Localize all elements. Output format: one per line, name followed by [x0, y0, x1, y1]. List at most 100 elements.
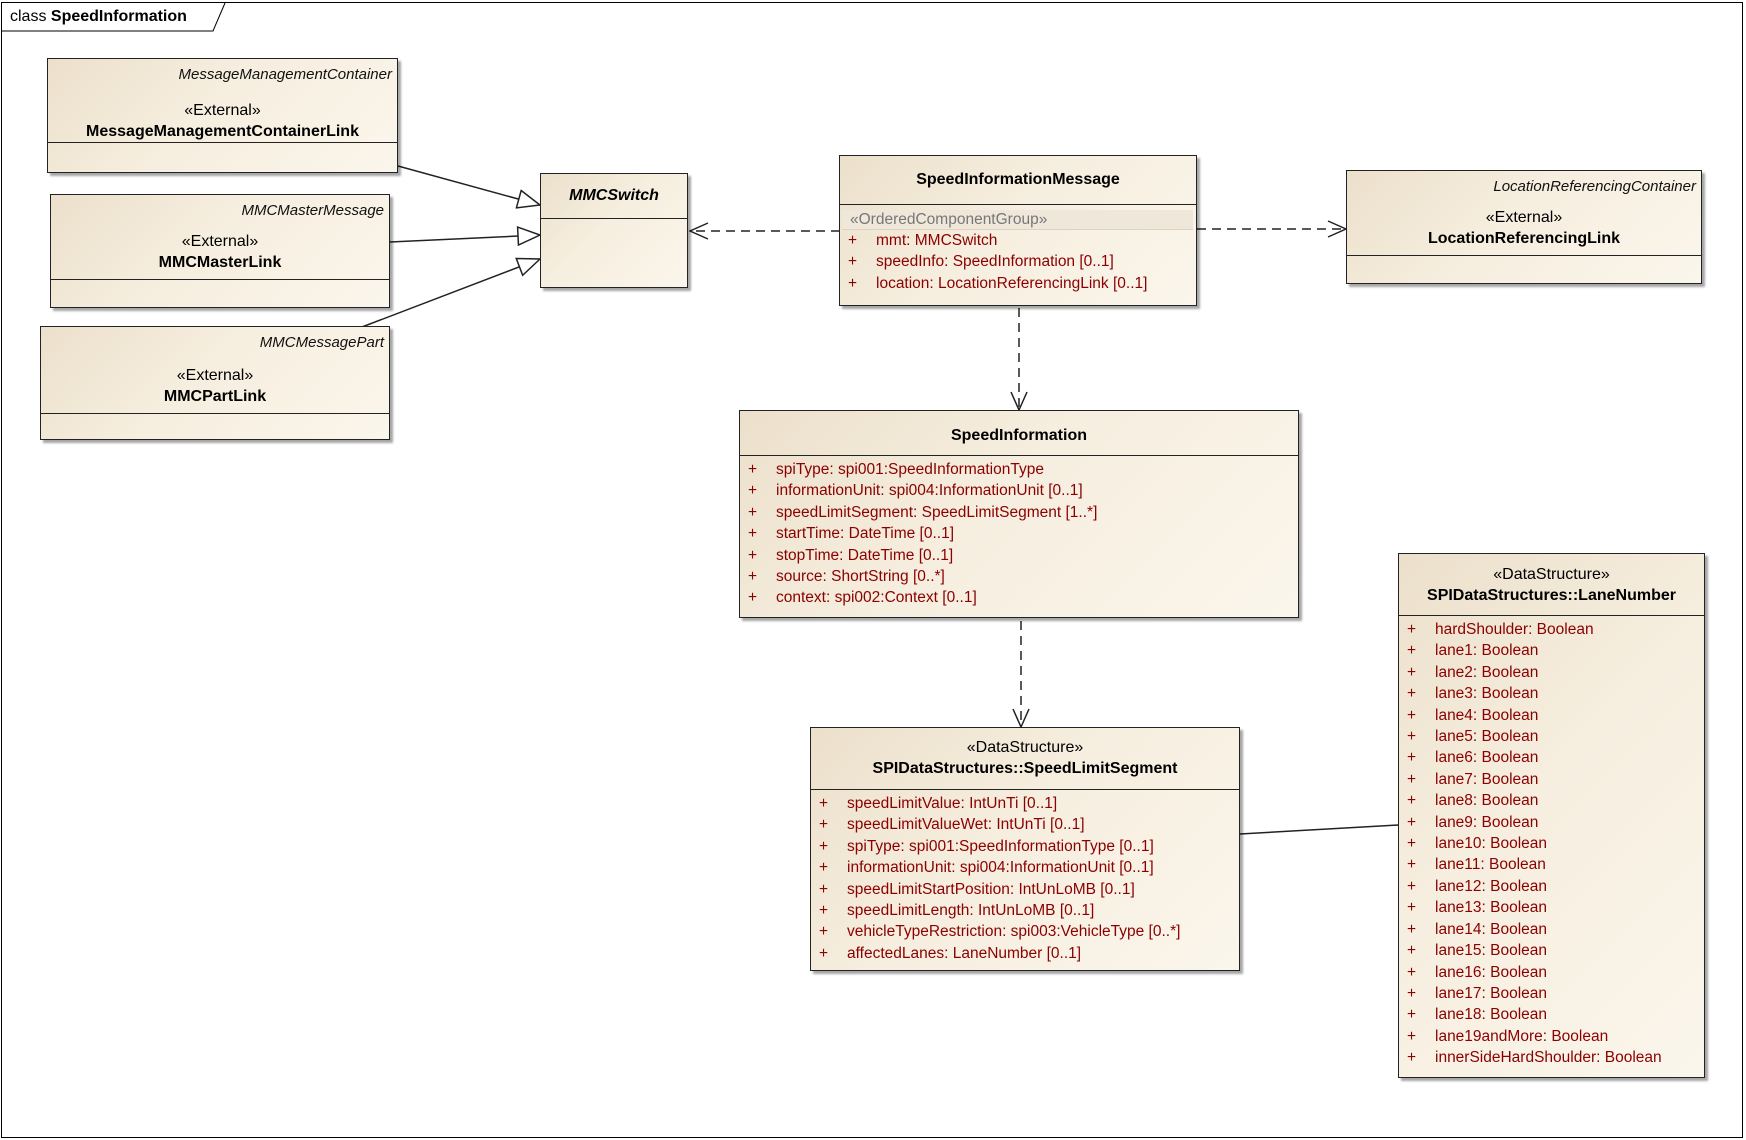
- attribute-row[interactable]: + lane3: Boolean: [1407, 683, 1704, 704]
- class-name: SpeedInformation: [950, 427, 1087, 444]
- attribute-row[interactable]: + speedLimitStartPosition: IntUnLoMB [0..…: [819, 879, 1239, 900]
- attribute-text: lane11: Boolean: [1435, 856, 1546, 874]
- visibility-marker: +: [819, 816, 829, 834]
- attribute-row[interactable]: + lane6: Boolean: [1407, 747, 1704, 768]
- attribute-row[interactable]: + stopTime: DateTime [0..1]: [748, 545, 1298, 566]
- visibility-marker: +: [819, 880, 829, 898]
- class-lane-number[interactable]: «DataStructure» SPIDataStructures::LaneN…: [1398, 553, 1705, 1078]
- attribute-text: lane4: Boolean: [1435, 706, 1539, 724]
- attribute-row[interactable]: + speedLimitValueWet: IntUnTi [0..1]: [819, 814, 1239, 835]
- attribute-text: speedInfo: SpeedInformation [0..1]: [876, 253, 1114, 271]
- visibility-marker: +: [819, 837, 829, 855]
- attribute-row[interactable]: + hardShoulder: Boolean: [1407, 619, 1704, 640]
- attribute-row[interactable]: + vehicleTypeRestriction: spi003:VehicleT…: [819, 921, 1239, 942]
- attribute-text: spiType: spi001:SpeedInformationType: [776, 461, 1044, 478]
- attribute-row[interactable]: + lane19andMore: Boolean: [1407, 1026, 1704, 1047]
- visibility-marker: +: [819, 923, 829, 941]
- class-mmc-part-link[interactable]: MMCMessagePart «External» MMCPartLink: [40, 326, 390, 440]
- generalization-mmc-to-switch[interactable]: [397, 165, 540, 205]
- package-label: MessageManagementContainer: [178, 66, 392, 83]
- stereotype-label: «External»: [1485, 209, 1563, 226]
- class-header: SpeedInformation: [740, 411, 1298, 456]
- attribute-text: speedLimitValue: IntUnTi [0..1]: [847, 795, 1058, 812]
- attribute-list: + speedLimitValue: IntUnTi [0..1] + speedLi…: [811, 790, 1239, 964]
- attribute-text: lane16: Boolean: [1435, 963, 1548, 981]
- attribute-row[interactable]: + spiType: spi001:SpeedInformationType: [748, 459, 1298, 480]
- attribute-row[interactable]: + lane10: Boolean: [1407, 833, 1704, 854]
- class-speed-information-message[interactable]: SpeedInformationMessage «OrderedComponen…: [839, 155, 1197, 306]
- visibility-marker: +: [1407, 813, 1417, 831]
- visibility-marker: +: [1407, 706, 1417, 724]
- attribute-row[interactable]: + lane13: Boolean: [1407, 897, 1704, 918]
- attribute-row[interactable]: + lane14: Boolean: [1407, 919, 1704, 940]
- visibility-marker: +: [748, 525, 758, 543]
- visibility-marker: +: [1407, 835, 1417, 853]
- attribute-text: speedLimitLength: IntUnLoMB [0..1]: [847, 902, 1095, 920]
- visibility-marker: +: [1407, 899, 1417, 917]
- attribute-row[interactable]: + lane1: Boolean: [1407, 640, 1704, 661]
- generalization-master-to-switch[interactable]: [389, 235, 540, 242]
- attribute-text: mmt: MMCSwitch: [876, 232, 998, 249]
- visibility-marker: +: [1407, 728, 1417, 746]
- visibility-marker: +: [848, 274, 858, 292]
- attribute-text: speedLimitSegment: SpeedLimitSegment [1.…: [776, 503, 1098, 521]
- visibility-marker: +: [748, 568, 758, 586]
- attribute-row[interactable]: + speedLimitLength: IntUnLoMB [0..1]: [819, 900, 1239, 921]
- attribute-row[interactable]: + spiType: spi001:SpeedInformationType [0…: [819, 836, 1239, 857]
- attribute-text: lane3: Boolean: [1435, 685, 1539, 703]
- visibility-marker: +: [1407, 642, 1417, 660]
- class-header: SpeedInformationMessage: [840, 156, 1196, 205]
- attribute-list: + spiType: spi001:SpeedInformationType + in…: [740, 456, 1298, 609]
- attribute-row[interactable]: + lane12: Boolean: [1407, 876, 1704, 897]
- stereotype-label: «DataStructure»: [1493, 566, 1610, 583]
- attribute-row[interactable]: + speedLimitSegment: SpeedLimitSegment [1…: [748, 502, 1298, 523]
- attribute-row[interactable]: + lane9: Boolean: [1407, 812, 1704, 833]
- attribute-text: lane1: Boolean: [1435, 642, 1539, 660]
- association-segment-to-lanenumber[interactable]: [1239, 824, 1399, 835]
- attribute-row[interactable]: + source: ShortString [0..*]: [748, 566, 1298, 587]
- visibility-marker: +: [748, 482, 758, 500]
- class-speed-information[interactable]: SpeedInformation + spiType: spi001:SpeedI…: [739, 410, 1299, 618]
- attribute-row[interactable]: + lane18: Boolean: [1407, 1004, 1704, 1025]
- package-label: MMCMasterMessage: [241, 202, 384, 219]
- attribute-row[interactable]: + lane5: Boolean: [1407, 726, 1704, 747]
- class-header: LocationReferencingContainer «External» …: [1347, 171, 1701, 256]
- attribute-text: lane17: Boolean: [1435, 984, 1548, 1002]
- class-header: «DataStructure» SPIDataStructures::Speed…: [811, 728, 1239, 790]
- attribute-row[interactable]: + informationUnit: spi004:InformationUnit…: [748, 480, 1298, 501]
- class-header: MessageManagementContainer «External» Me…: [48, 59, 397, 143]
- class-location-referencing-link[interactable]: LocationReferencingContainer «External» …: [1346, 170, 1702, 284]
- visibility-marker: +: [1407, 621, 1417, 638]
- attribute-row[interactable]: + lane7: Boolean: [1407, 769, 1704, 790]
- class-message-management-container-link[interactable]: MessageManagementContainer «External» Me…: [47, 58, 398, 173]
- attribute-text: spiType: spi001:SpeedInformationType [0.…: [847, 837, 1154, 855]
- visibility-marker: +: [1407, 685, 1417, 703]
- class-name: SpeedInformationMessage: [916, 171, 1120, 188]
- attribute-row[interactable]: + speedLimitValue: IntUnTi [0..1]: [819, 793, 1239, 814]
- visibility-marker: +: [819, 859, 829, 877]
- class-mmc-master-link[interactable]: MMCMasterMessage «External» MMCMasterLin…: [50, 194, 390, 308]
- attribute-row[interactable]: + lane4: Boolean: [1407, 705, 1704, 726]
- attribute-row[interactable]: + lane2: Boolean: [1407, 662, 1704, 683]
- attribute-row[interactable]: + speedInfo: SpeedInformation [0..1]: [848, 251, 1196, 272]
- attribute-text: lane5: Boolean: [1435, 728, 1539, 746]
- attribute-row[interactable]: + informationUnit: spi004:InformationUnit…: [819, 857, 1239, 878]
- attribute-row[interactable]: + lane11: Boolean: [1407, 854, 1704, 875]
- attribute-row[interactable]: + affectedLanes: LaneNumber [0..1]: [819, 943, 1239, 964]
- visibility-marker: +: [848, 253, 858, 271]
- attribute-row[interactable]: + innerSideHardShoulder: Boolean: [1407, 1047, 1704, 1068]
- class-name: MMCSwitch: [569, 187, 659, 204]
- class-mmc-switch[interactable]: MMCSwitch: [540, 173, 688, 288]
- attribute-row[interactable]: + location: LocationReferencingLink [0..1…: [848, 273, 1196, 294]
- attribute-row[interactable]: + lane15: Boolean: [1407, 940, 1704, 961]
- class-name: SPIDataStructures::SpeedLimitSegment: [872, 760, 1178, 777]
- attribute-row[interactable]: + lane16: Boolean: [1407, 962, 1704, 983]
- attribute-text: stopTime: DateTime [0..1]: [776, 546, 954, 564]
- attribute-row[interactable]: + lane8: Boolean: [1407, 790, 1704, 811]
- ordered-component-group-label: «OrderedComponentGroup»: [842, 210, 1193, 230]
- attribute-row[interactable]: + context: spi002:Context [0..1]: [748, 587, 1298, 608]
- class-speed-limit-segment[interactable]: «DataStructure» SPIDataStructures::Speed…: [810, 727, 1240, 971]
- attribute-row[interactable]: + mmt: MMCSwitch: [848, 230, 1196, 251]
- attribute-row[interactable]: + lane17: Boolean: [1407, 983, 1704, 1004]
- attribute-row[interactable]: + startTime: DateTime [0..1]: [748, 523, 1298, 544]
